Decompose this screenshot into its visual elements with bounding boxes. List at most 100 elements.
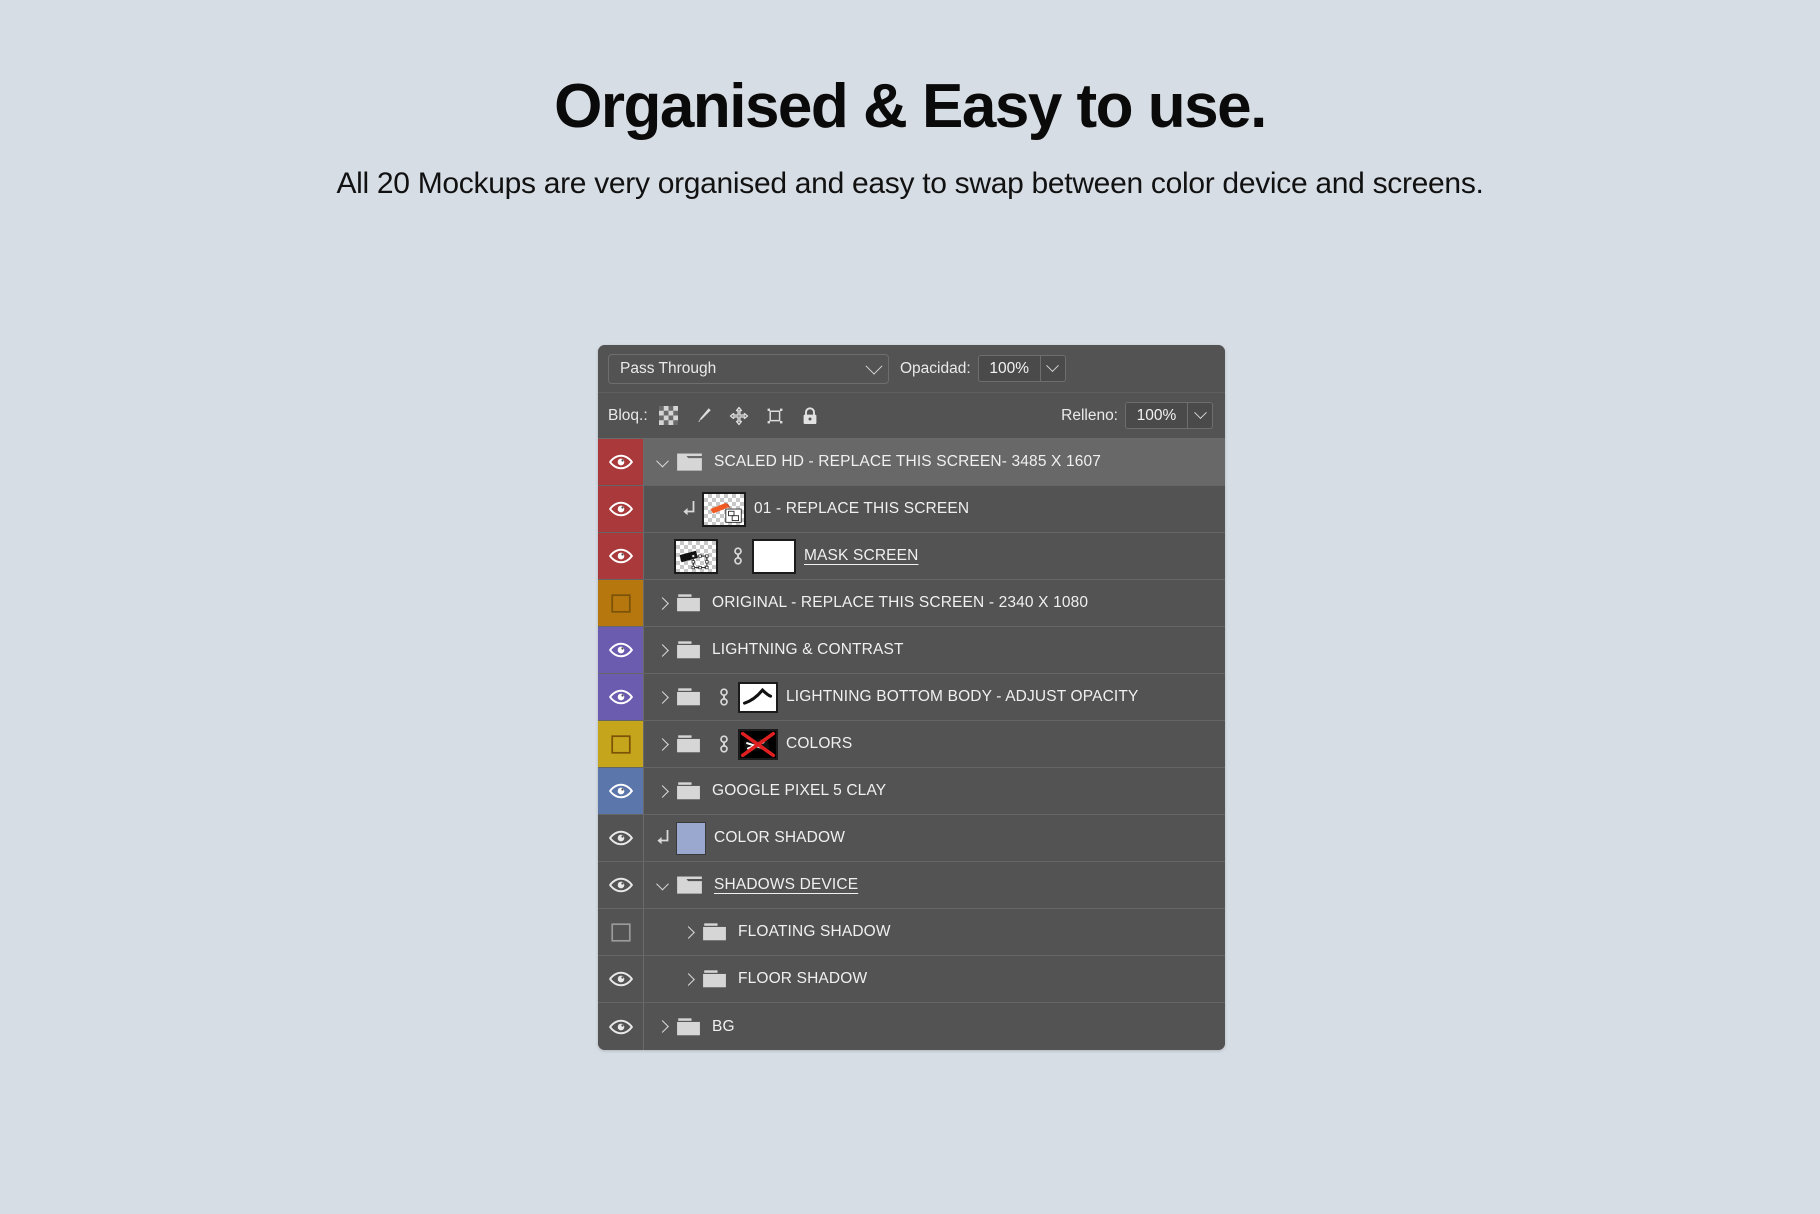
chevron-down-icon: [1193, 406, 1207, 420]
visibility-off-icon: [610, 593, 631, 613]
lock-label: Bloq.:: [608, 406, 648, 424]
chevron-right-icon[interactable]: [652, 1017, 672, 1037]
layer-visibility-toggle[interactable]: [598, 956, 643, 1002]
layer-row[interactable]: LIGHTNING BOTTOM BODY - ADJUST OPACITY: [598, 674, 1225, 721]
folder-icon: [676, 452, 703, 472]
layer-row[interactable]: BG: [598, 1003, 1225, 1050]
chevron-right-icon[interactable]: [652, 687, 672, 707]
opacity-input[interactable]: 100%: [977, 355, 1040, 382]
folder-icon: [702, 922, 727, 942]
folder-closed-icon: [677, 594, 700, 612]
chevron-right-icon[interactable]: [652, 593, 672, 613]
layer-name: COLORS: [786, 735, 853, 752]
layer-visibility-toggle[interactable]: [598, 1003, 643, 1050]
folder-closed-icon: [677, 735, 700, 753]
folder-closed-icon: [677, 782, 700, 800]
layer-row[interactable]: GOOGLE PIXEL 5 CLAY: [598, 768, 1225, 815]
folder-closed-icon: [703, 923, 726, 941]
layer-visibility-toggle[interactable]: [598, 533, 643, 579]
layer-mask-thumbnail: [738, 728, 778, 760]
brush-lock-icon[interactable]: [694, 406, 713, 425]
layer-row-body[interactable]: LIGHTNING BOTTOM BODY - ADJUST OPACITY: [643, 674, 1225, 720]
folder-open-icon: [677, 876, 702, 894]
layer-name: SCALED HD - REPLACE THIS SCREEN- 3485 X …: [714, 453, 1102, 470]
folder-closed-icon: [703, 970, 726, 988]
layer-row[interactable]: COLOR SHADOW: [598, 815, 1225, 862]
folder-closed-icon: [677, 641, 700, 659]
link-mask-icon: [729, 545, 747, 567]
layer-visibility-toggle[interactable]: [598, 627, 643, 673]
layer-row[interactable]: MASK SCREEN: [598, 533, 1225, 580]
layer-name: LIGHTNING & CONTRAST: [712, 641, 904, 658]
layer-name: 01 - REPLACE THIS SCREEN: [754, 500, 970, 517]
clipping-mask-arrow-icon: [683, 501, 695, 516]
folder-open-icon: [677, 453, 702, 471]
layer-name: FLOOR SHADOW: [738, 970, 868, 987]
folder-closed-icon: [677, 1017, 700, 1035]
opacity-label: Opacidad:: [900, 359, 971, 377]
layer-visibility-toggle[interactable]: [598, 486, 643, 532]
eye-icon: [608, 548, 633, 564]
layer-row-body[interactable]: FLOATING SHADOW: [643, 909, 1225, 955]
layer-name: FLOATING SHADOW: [738, 923, 891, 940]
layer-list: SCALED HD - REPLACE THIS SCREEN- 3485 X …: [598, 439, 1225, 1050]
layer-mask-thumbnail: [738, 681, 778, 713]
chevron-down-icon: [865, 357, 883, 375]
layer-row[interactable]: 01 - REPLACE THIS SCREEN: [598, 486, 1225, 533]
layer-row-body[interactable]: SCALED HD - REPLACE THIS SCREEN- 3485 X …: [643, 439, 1225, 485]
chevron-right-icon[interactable]: [652, 781, 672, 801]
folder-icon: [676, 781, 701, 801]
eye-icon: [608, 971, 633, 987]
eye-icon: [608, 830, 633, 846]
chevron-right-icon[interactable]: [678, 969, 698, 989]
layer-row-body[interactable]: SHADOWS DEVICE: [643, 862, 1225, 908]
eye-icon: [608, 642, 633, 658]
layer-row-body[interactable]: COLOR SHADOW: [643, 815, 1225, 861]
layer-row[interactable]: COLORS: [598, 721, 1225, 768]
headline-block: Organised & Easy to use. All 20 Mockups …: [0, 0, 1820, 202]
layer-row[interactable]: ORIGINAL - REPLACE THIS SCREEN - 2340 X …: [598, 580, 1225, 627]
layer-row-body[interactable]: ORIGINAL - REPLACE THIS SCREEN - 2340 X …: [643, 580, 1225, 626]
layer-row-body[interactable]: MASK SCREEN: [643, 533, 1225, 579]
chevron-down-icon[interactable]: [652, 452, 672, 472]
chevron-right-icon[interactable]: [652, 640, 672, 660]
layer-visibility-toggle[interactable]: [598, 862, 643, 908]
clipping-mask-arrow-icon: [678, 499, 700, 519]
blend-mode-select[interactable]: Pass Through: [608, 353, 889, 384]
fill-stepper[interactable]: [1187, 402, 1213, 429]
transparency-lock-icon[interactable]: [658, 406, 678, 425]
layer-row[interactable]: LIGHTNING & CONTRAST: [598, 627, 1225, 674]
layer-row-body[interactable]: BG: [643, 1003, 1225, 1050]
layer-visibility-toggle[interactable]: [598, 674, 643, 720]
layer-row[interactable]: SCALED HD - REPLACE THIS SCREEN- 3485 X …: [598, 439, 1225, 486]
layer-visibility-toggle[interactable]: [598, 439, 643, 485]
move-lock-icon[interactable]: [729, 406, 749, 426]
chevron-down-icon: [1046, 359, 1060, 373]
chevron-right-icon[interactable]: [678, 922, 698, 942]
layer-row[interactable]: FLOATING SHADOW: [598, 909, 1225, 956]
layer-row-body[interactable]: 01 - REPLACE THIS SCREEN: [643, 486, 1225, 532]
fill-input[interactable]: 100%: [1125, 402, 1187, 429]
layer-row-body[interactable]: FLOOR SHADOW: [643, 956, 1225, 1002]
layer-visibility-toggle[interactable]: [598, 815, 643, 861]
layer-name: GOOGLE PIXEL 5 CLAY: [712, 782, 887, 799]
lock-bar: Bloq.: Relleno: 100%: [598, 393, 1225, 439]
layer-row[interactable]: SHADOWS DEVICE: [598, 862, 1225, 909]
artboard-lock-icon[interactable]: [765, 406, 785, 426]
layer-visibility-toggle-off[interactable]: [598, 909, 643, 955]
chevron-right-icon[interactable]: [652, 734, 672, 754]
layer-row-body[interactable]: COLORS: [643, 721, 1225, 767]
layer-visibility-toggle[interactable]: [598, 768, 643, 814]
lock-all-icon[interactable]: [801, 406, 819, 426]
opacity-stepper[interactable]: [1039, 355, 1066, 382]
layer-visibility-toggle-off[interactable]: [598, 580, 643, 626]
clipping-mask-arrow-icon: [657, 830, 669, 845]
clipping-mask-arrow-icon: [652, 828, 674, 848]
chevron-down-icon[interactable]: [652, 875, 672, 895]
layer-mask-thumbnail: [752, 538, 796, 574]
layer-row-body[interactable]: LIGHTNING & CONTRAST: [643, 627, 1225, 673]
link-mask-icon: [720, 688, 728, 706]
layer-row[interactable]: FLOOR SHADOW: [598, 956, 1225, 1003]
layer-row-body[interactable]: GOOGLE PIXEL 5 CLAY: [643, 768, 1225, 814]
layer-visibility-toggle-off[interactable]: [598, 721, 643, 767]
